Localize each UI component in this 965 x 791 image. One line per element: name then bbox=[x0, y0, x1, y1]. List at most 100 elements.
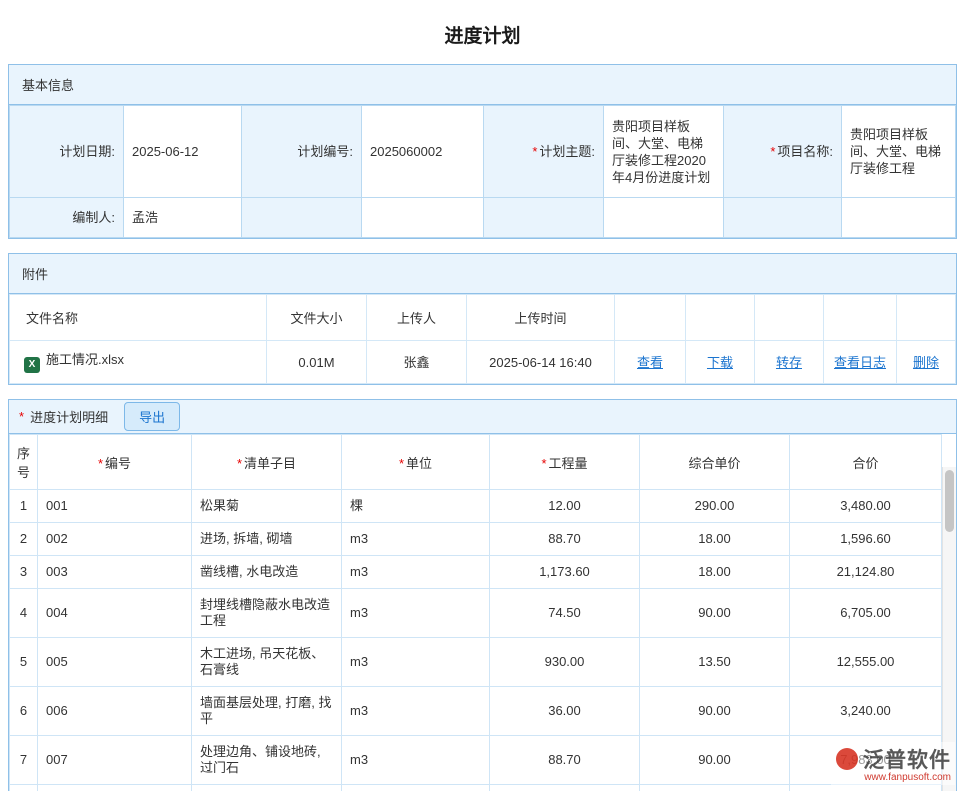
cell-total: 6,705.00 bbox=[790, 589, 942, 638]
cell-item: 处理边角、铺设地砖, 过门石 bbox=[192, 736, 342, 785]
cell-unit: m3 bbox=[342, 785, 490, 791]
detail-header-row: 序号 *编号 *清单子目 *单位 *工程量 综合单价 合价 bbox=[10, 435, 942, 490]
cell-unit: m3 bbox=[342, 556, 490, 589]
empty-label-cell bbox=[724, 198, 842, 238]
cell-code: 003 bbox=[38, 556, 192, 589]
cell-item: 封埋线槽隐蔽水电改造工程 bbox=[192, 589, 342, 638]
cell-seq: 6 bbox=[10, 687, 38, 736]
author-label: 编制人: bbox=[10, 198, 124, 238]
attachment-uploader: 张鑫 bbox=[367, 341, 467, 384]
attachment-upload-time: 2025-06-14 16:40 bbox=[467, 341, 615, 384]
download-link[interactable]: 下载 bbox=[707, 355, 733, 370]
total-header: 合价 bbox=[790, 435, 942, 490]
cell-item: 室内空气质量检测或室内空气污染综合治理; bbox=[192, 785, 342, 791]
cell-unit-price: 13.50 bbox=[640, 638, 790, 687]
required-asterisk: * bbox=[541, 456, 546, 471]
upload-time-header: 上传时间 bbox=[467, 295, 615, 341]
empty-label-cell bbox=[484, 198, 604, 238]
unit-header-text: 单位 bbox=[406, 456, 432, 471]
attachments-section: 附件 文件名称 文件大小 上传人 上传时间 X施工情况.xlsx 0.01M 张… bbox=[8, 253, 957, 385]
table-row: 4 004 封埋线槽隐蔽水电改造工程 m3 74.50 90.00 6,705.… bbox=[10, 589, 942, 638]
file-size-header: 文件大小 bbox=[267, 295, 367, 341]
vendor-url-text: www.fanpusoft.com bbox=[835, 772, 951, 783]
empty-header-cell bbox=[686, 295, 755, 341]
item-header: *清单子目 bbox=[192, 435, 342, 490]
required-asterisk: * bbox=[532, 144, 537, 159]
vendor-brand-text: 泛普软件 bbox=[863, 744, 951, 774]
vendor-watermark: 泛普软件 www.fanpusoft.com bbox=[831, 742, 955, 785]
cell-item: 墙面基层处理, 打磨, 找平 bbox=[192, 687, 342, 736]
cell-unit-price: 18.00 bbox=[640, 523, 790, 556]
required-asterisk: * bbox=[98, 456, 103, 471]
table-row: 5 005 木工进场, 吊天花板、石膏线 m3 930.00 13.50 12,… bbox=[10, 638, 942, 687]
view-log-link[interactable]: 查看日志 bbox=[834, 355, 886, 370]
cell-unit-price: 18.00 bbox=[640, 556, 790, 589]
cell-total: 3,240.00 bbox=[790, 687, 942, 736]
basic-info-table: 计划日期: 2025-06-12 计划编号: 2025060002 *计划主题:… bbox=[9, 105, 956, 238]
cell-total: 1,596.60 bbox=[790, 523, 942, 556]
view-link[interactable]: 查看 bbox=[637, 355, 663, 370]
cell-code: 007 bbox=[38, 736, 192, 785]
cell-unit: m3 bbox=[342, 687, 490, 736]
excel-file-icon: X bbox=[24, 357, 40, 373]
code-header: *编号 bbox=[38, 435, 192, 490]
cell-unit: 棵 bbox=[342, 490, 490, 523]
cell-quantity: 74.50 bbox=[490, 589, 640, 638]
cell-item: 木工进场, 吊天花板、石膏线 bbox=[192, 638, 342, 687]
cell-seq: 8 bbox=[10, 785, 38, 791]
basic-info-row-2: 编制人: 孟浩 bbox=[10, 198, 956, 238]
author-value: 孟浩 bbox=[124, 198, 242, 238]
cell-quantity: 15.50 bbox=[490, 785, 640, 791]
basic-info-row-1: 计划日期: 2025-06-12 计划编号: 2025060002 *计划主题:… bbox=[10, 106, 956, 198]
subject-label: *计划主题: bbox=[484, 106, 604, 198]
export-button[interactable]: 导出 bbox=[124, 402, 180, 431]
cell-seq: 2 bbox=[10, 523, 38, 556]
subject-value: 贵阳项目样板间、大堂、电梯厅装修工程2020年4月份进度计划 bbox=[604, 106, 724, 198]
required-asterisk: * bbox=[770, 144, 775, 159]
cell-unit-price: 500.00 bbox=[640, 785, 790, 791]
cell-code: 006 bbox=[38, 687, 192, 736]
quantity-header: *工程量 bbox=[490, 435, 640, 490]
cell-unit-price: 290.00 bbox=[640, 490, 790, 523]
scrollbar-thumb[interactable] bbox=[945, 470, 954, 532]
attachments-table: 文件名称 文件大小 上传人 上传时间 X施工情况.xlsx 0.01M 张鑫 2… bbox=[9, 294, 956, 384]
cell-item: 松果菊 bbox=[192, 490, 342, 523]
detail-section-bar: * 进度计划明细 导出 bbox=[9, 400, 956, 434]
plan-date-value: 2025-06-12 bbox=[124, 106, 242, 198]
cell-unit: m3 bbox=[342, 523, 490, 556]
item-header-text: 清单子目 bbox=[244, 456, 296, 471]
cell-unit: m3 bbox=[342, 589, 490, 638]
cell-item: 进场, 拆墙, 砌墙 bbox=[192, 523, 342, 556]
attachment-row: X施工情况.xlsx 0.01M 张鑫 2025-06-14 16:40 查看 … bbox=[10, 341, 956, 384]
cell-quantity: 36.00 bbox=[490, 687, 640, 736]
delete-link[interactable]: 删除 bbox=[913, 355, 939, 370]
cell-seq: 5 bbox=[10, 638, 38, 687]
page-container: 进度计划 基本信息 计划日期: 2025-06-12 计划编号: 2025060… bbox=[0, 0, 965, 791]
cell-unit-price: 90.00 bbox=[640, 736, 790, 785]
table-row: 2 002 进场, 拆墙, 砌墙 m3 88.70 18.00 1,596.60 bbox=[10, 523, 942, 556]
cell-seq: 4 bbox=[10, 589, 38, 638]
fanpu-logo-icon bbox=[835, 747, 859, 771]
cell-unit-price: 90.00 bbox=[640, 589, 790, 638]
cell-code: 005 bbox=[38, 638, 192, 687]
cell-code: 001 bbox=[38, 490, 192, 523]
required-asterisk: * bbox=[19, 409, 24, 424]
empty-header-cell bbox=[897, 295, 956, 341]
unit-header: *单位 bbox=[342, 435, 490, 490]
required-asterisk: * bbox=[399, 456, 404, 471]
cell-code: 008 bbox=[38, 785, 192, 791]
cell-total: 12,555.00 bbox=[790, 638, 942, 687]
transfer-link[interactable]: 转存 bbox=[776, 355, 802, 370]
table-row: 6 006 墙面基层处理, 打磨, 找平 m3 36.00 90.00 3,24… bbox=[10, 687, 942, 736]
empty-value-cell bbox=[842, 198, 956, 238]
unit-price-header: 综合单价 bbox=[640, 435, 790, 490]
project-label: *项目名称: bbox=[724, 106, 842, 198]
attachment-file-size: 0.01M bbox=[267, 341, 367, 384]
cell-unit: m3 bbox=[342, 736, 490, 785]
file-name-header: 文件名称 bbox=[10, 295, 267, 341]
cell-quantity: 88.70 bbox=[490, 736, 640, 785]
attachment-action-delete-cell: 删除 bbox=[897, 341, 956, 384]
detail-table-container: 序号 *编号 *清单子目 *单位 *工程量 综合单价 合价 1 001 松果菊 … bbox=[9, 434, 956, 791]
plan-no-label: 计划编号: bbox=[242, 106, 362, 198]
attachment-action-download-cell: 下载 bbox=[686, 341, 755, 384]
